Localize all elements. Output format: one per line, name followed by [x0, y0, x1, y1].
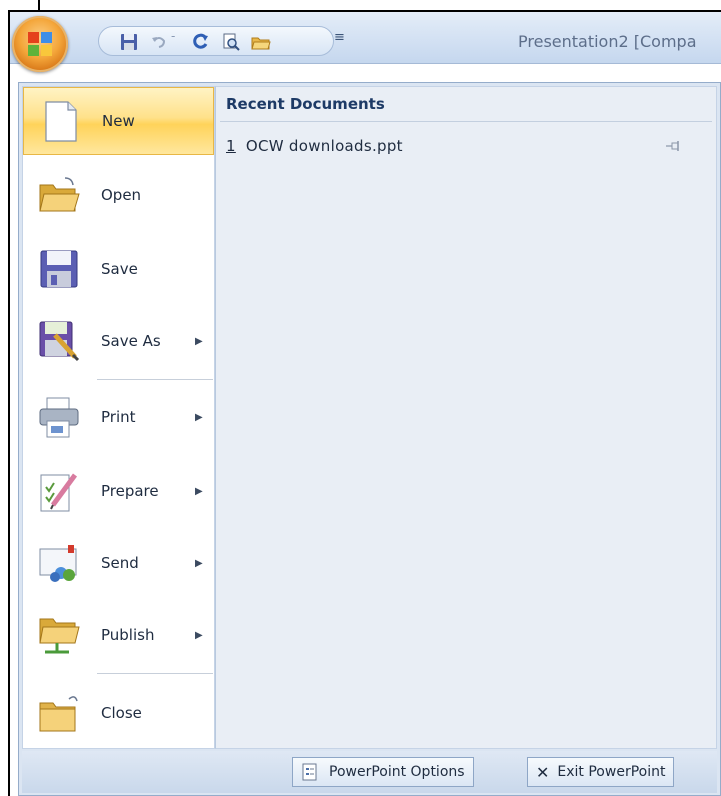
submenu-arrow-icon: ▶	[195, 629, 203, 641]
menu-item-open[interactable]: Open	[23, 161, 214, 229]
menu-item-print[interactable]: Print ▶	[23, 383, 214, 451]
recent-documents-pane: Recent Documents 1 OCW downloads.ppt	[215, 86, 717, 749]
menu-item-label: Print	[101, 408, 136, 426]
menu-item-save-as[interactable]: Save As ▶	[23, 307, 214, 375]
menu-item-label: Open	[101, 186, 142, 204]
menu-item-label: Close	[101, 704, 142, 722]
office-button[interactable]	[12, 16, 68, 72]
undo-dropdown-icon[interactable]: -	[171, 29, 191, 49]
menu-item-close[interactable]: Close	[23, 679, 214, 747]
powerpoint-options-button[interactable]: PowerPoint Options	[292, 757, 474, 787]
redo-icon[interactable]	[191, 32, 211, 52]
submenu-arrow-icon: ▶	[195, 411, 203, 423]
menu-item-publish[interactable]: Publish ▶	[23, 601, 214, 669]
menu-item-label: Send	[101, 554, 139, 572]
prepare-document-icon	[40, 473, 78, 512]
print-preview-icon[interactable]	[221, 32, 241, 52]
printer-icon	[39, 397, 79, 438]
menu-item-label: New	[102, 112, 135, 130]
open-folder-icon	[39, 177, 80, 212]
menu-commands-pane: New Open Save Save As ▶ Print ▶ Prepare …	[22, 86, 215, 749]
open-folder-icon[interactable]	[251, 32, 271, 52]
menu-item-label: Publish	[101, 626, 155, 644]
office-logo-icon	[28, 32, 52, 56]
menu-item-prepare[interactable]: Prepare ▶	[23, 457, 214, 525]
menu-item-label: Save	[101, 260, 138, 278]
new-document-icon	[45, 101, 77, 142]
publish-folder-icon	[39, 618, 80, 654]
submenu-arrow-icon: ▶	[195, 335, 203, 347]
customize-quick-access-button[interactable]: ≡	[334, 30, 345, 45]
recent-document-item[interactable]: 1 OCW downloads.ppt	[226, 137, 403, 155]
office-menu: New Open Save Save As ▶ Print ▶ Prepare …	[18, 82, 721, 796]
menu-bottom-bar: PowerPoint Options ✕ Exit PowerPoint	[22, 751, 717, 793]
menu-item-label: Prepare	[101, 482, 159, 500]
menu-item-send[interactable]: Send ▶	[23, 529, 214, 597]
powerpoint-options-label: PowerPoint Options	[329, 764, 465, 780]
pushpin-icon[interactable]	[666, 139, 682, 153]
window-title: Presentation2 [Compa	[518, 32, 697, 51]
close-icon: ✕	[536, 762, 550, 782]
exit-powerpoint-label: Exit PowerPoint	[557, 764, 666, 780]
menu-item-save[interactable]: Save	[23, 235, 214, 303]
recent-document-name: OCW downloads.ppt	[245, 137, 403, 155]
menu-item-label: Save As	[101, 332, 161, 350]
quick-access-toolbar: -	[98, 26, 334, 56]
title-bar: - ≡ Presentation2 [Compa	[10, 12, 721, 64]
recent-documents-divider	[220, 121, 712, 122]
recent-documents-heading: Recent Documents	[226, 95, 385, 113]
close-folder-icon	[39, 696, 78, 732]
save-as-icon	[39, 321, 80, 362]
submenu-arrow-icon: ▶	[195, 557, 203, 569]
floppy-disk-icon	[40, 250, 78, 288]
undo-icon[interactable]	[149, 32, 169, 52]
menu-separator	[97, 673, 213, 674]
send-mail-icon	[39, 545, 77, 582]
submenu-arrow-icon: ▶	[195, 485, 203, 497]
menu-separator	[97, 379, 213, 380]
exit-powerpoint-button[interactable]: ✕ Exit PowerPoint	[527, 757, 675, 787]
recent-document-number: 1	[226, 137, 236, 155]
menu-item-new[interactable]: New	[23, 87, 214, 155]
options-icon	[302, 763, 317, 781]
save-icon[interactable]	[119, 32, 139, 52]
